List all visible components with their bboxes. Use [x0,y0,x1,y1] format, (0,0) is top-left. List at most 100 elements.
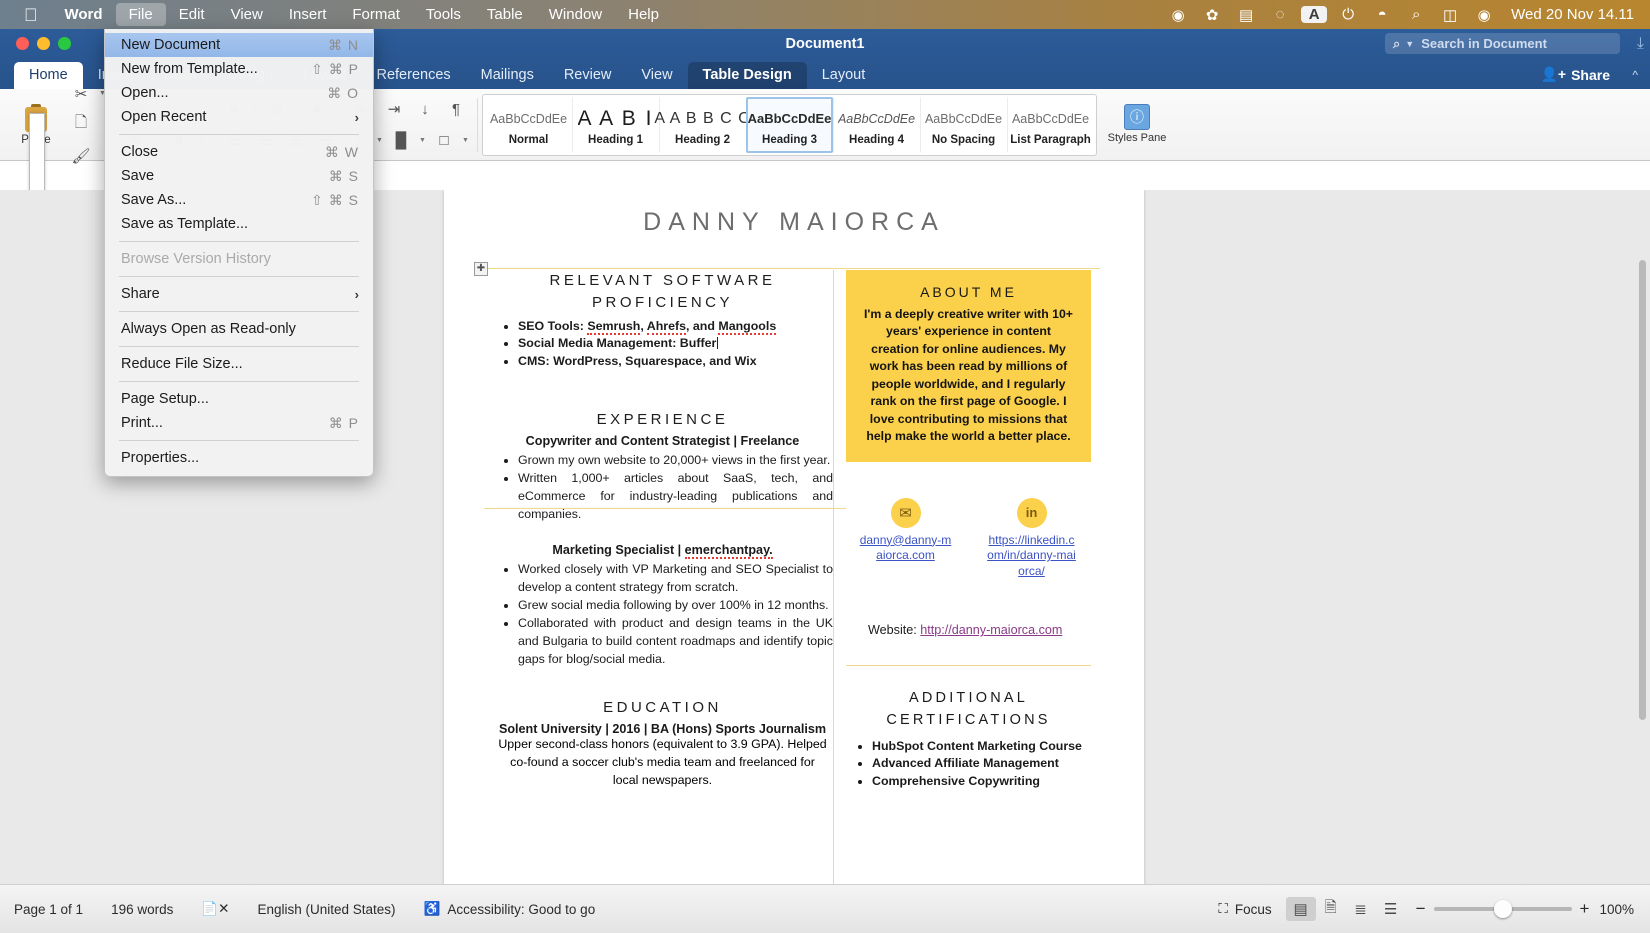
borders-caret-icon[interactable]: ▼ [460,137,471,144]
table-move-handle[interactable]: ✚ [474,262,488,276]
menu-tools[interactable]: Tools [413,3,474,26]
menu-item-page-setup[interactable]: Page Setup... [105,387,373,411]
menu-format[interactable]: Format [339,3,413,26]
accessibility-status[interactable]: ♿ Accessibility: Good to go [410,901,610,917]
menu-item-new-document[interactable]: New Document ⌘ N [105,33,373,57]
menu-item-save-as[interactable]: Save As... ⇧ ⌘ S [105,188,373,212]
linkedin-contact[interactable]: in https://linkedin.com/in/danny-maiorca… [986,498,1078,580]
expand-ribbon-icon[interactable]: ⤓ [1637,35,1644,53]
apple-logo-icon[interactable]:  [10,6,52,24]
menubar-clock[interactable]: Wed 20 Nov 14.11 [1501,6,1640,23]
website-link[interactable]: http://danny-maiorca.com [920,623,1062,637]
email-contact[interactable]: ✉ danny@danny-maiorca.com [860,498,952,580]
shading-caret-icon[interactable]: ▼ [417,137,428,144]
style-normal[interactable]: AaBbCcDdEe Normal [485,97,572,153]
menu-item-open[interactable]: Open... ⌘ O [105,81,373,105]
increase-indent-icon[interactable]: ⇥ [379,95,409,123]
zoom-in-button[interactable]: + [1580,899,1590,919]
list-item: HubSpot Content Marketing Course [872,738,1091,755]
sort-icon[interactable]: ↓ [410,95,440,123]
zoom-out-button[interactable]: − [1416,899,1426,919]
style-list-paragraph[interactable]: AaBbCcDdEe List Paragraph [1007,97,1094,153]
zoom-slider-knob[interactable] [1494,900,1512,918]
web-layout-view-button[interactable]: 🗎 [1316,897,1346,921]
borders-icon[interactable]: □ [429,126,459,154]
outline-view-button[interactable]: ≣ [1346,897,1376,921]
input-source-icon[interactable]: A [1301,6,1327,23]
tab-view[interactable]: View [626,62,687,89]
menu-edit[interactable]: Edit [166,3,218,26]
dropbox-icon[interactable]: ◉ [1161,6,1195,24]
email-link[interactable]: danny@danny-maiorca.com [860,533,952,564]
spotlight-search-icon[interactable]: ⌕ [1399,6,1433,23]
paste-button[interactable]: Paste [6,104,66,146]
zoom-slider[interactable] [1434,907,1572,911]
style-label: Normal [509,134,549,146]
styles-pane-button[interactable]: ⓘ Styles Pane [1103,104,1171,145]
show-formatting-marks-icon[interactable]: ¶ [441,95,471,123]
collapse-ribbon-icon[interactable]: ^ [1632,68,1638,82]
search-in-document-input[interactable]: ⌕ ▼ Search in Document [1385,33,1620,54]
menu-item-close[interactable]: Close ⌘ W [105,140,373,164]
tab-review[interactable]: Review [549,62,627,89]
style-heading-3[interactable]: AaBbCcDdEe Heading 3 [746,97,833,153]
word-count[interactable]: 196 words [97,902,187,917]
cut-icon[interactable]: ✂ [66,80,96,108]
focus-button[interactable]: ⛶ Focus [1204,901,1285,917]
draft-view-button[interactable]: ☰ [1376,897,1406,921]
vertical-scrollbar[interactable] [1639,260,1646,720]
battery-charging-icon[interactable]: ⏻ [1331,6,1365,23]
tab-table-layout[interactable]: Layout [807,62,881,89]
add-person-icon: 👤+ [1540,66,1566,83]
menu-item-share[interactable]: Share › [105,282,373,306]
print-layout-view-button[interactable]: ▤ [1286,897,1316,921]
control-center-icon[interactable]: ◫ [1433,6,1467,24]
menu-item-new-from-template[interactable]: New from Template... ⇧ ⌘ P [105,57,373,81]
menu-item-save[interactable]: Save ⌘ S [105,164,373,188]
menu-item-properties[interactable]: Properties... [105,446,373,470]
menu-item-save-as-template[interactable]: Save as Template... [105,212,373,236]
format-painter-icon[interactable]: 🖌 [66,142,96,170]
menu-item-browse-version-history: Browse Version History [105,247,373,271]
menu-word[interactable]: Word [52,3,116,26]
share-button[interactable]: 👤+ Share [1540,66,1610,83]
style-label: List Paragraph [1010,134,1091,146]
page-indicator[interactable]: Page 1 of 1 [0,902,97,917]
style-heading-1[interactable]: A A B I Heading 1 [572,97,659,153]
copy-icon[interactable]: 🗋 [66,111,96,139]
zoom-level[interactable]: 100% [1599,902,1650,917]
file-menu-dropdown[interactable]: New Document ⌘ N New from Template... ⇧ … [104,29,374,477]
line-spacing-caret-icon[interactable]: ▼ [374,137,385,144]
flower-app-icon[interactable]: ✿ [1195,6,1229,24]
user-account-icon[interactable]: ◌ [1263,6,1297,23]
resume-name-heading: DANNY MAIORCA [444,190,1144,237]
stacks-icon[interactable]: ▤ [1229,6,1263,24]
style-no-spacing[interactable]: AaBbCcDdEe No Spacing [920,97,1007,153]
menu-view[interactable]: View [218,3,276,26]
menu-file[interactable]: File [116,3,166,26]
menu-table[interactable]: Table [474,3,536,26]
siri-icon[interactable]: ◉ [1467,6,1501,24]
shading-icon[interactable]: █ [386,126,416,154]
tab-references[interactable]: References [361,62,465,89]
tab-table-design[interactable]: Table Design [688,62,807,89]
menu-window[interactable]: Window [536,3,615,26]
menu-item-shortcut: ⇧ ⌘ P [311,61,359,78]
about-body: I'm a deeply creative writer with 10+ ye… [864,306,1073,446]
tab-mailings[interactable]: Mailings [466,62,549,89]
resume-table: RELEVANT SOFTWARE PROFICIENCY SEO Tools:… [488,270,1100,790]
proofing-errors-icon[interactable]: 📄✕ [187,901,243,917]
style-heading-2[interactable]: A A B B C C Heading 2 [659,97,746,153]
menu-insert[interactable]: Insert [276,3,340,26]
wifi-icon[interactable]: ◓ [1365,6,1399,23]
menu-help[interactable]: Help [615,3,672,26]
document-page[interactable]: DANNY MAIORCA ✚ RELEVANT SOFTWARE PROFIC… [444,190,1144,884]
linkedin-link[interactable]: https://linkedin.com/in/danny-maiorca/ [986,533,1078,580]
menu-item-open-recent[interactable]: Open Recent › [105,105,373,129]
style-heading-4[interactable]: AaBbCcDdEe Heading 4 [833,97,920,153]
menu-item-always-open-read-only[interactable]: Always Open as Read-only [105,317,373,341]
language-indicator[interactable]: English (United States) [243,902,409,917]
list-item: Written 1,000+ articles about SaaS, tech… [518,470,833,524]
menu-item-reduce-file-size[interactable]: Reduce File Size... [105,352,373,376]
menu-item-print[interactable]: Print... ⌘ P [105,411,373,435]
